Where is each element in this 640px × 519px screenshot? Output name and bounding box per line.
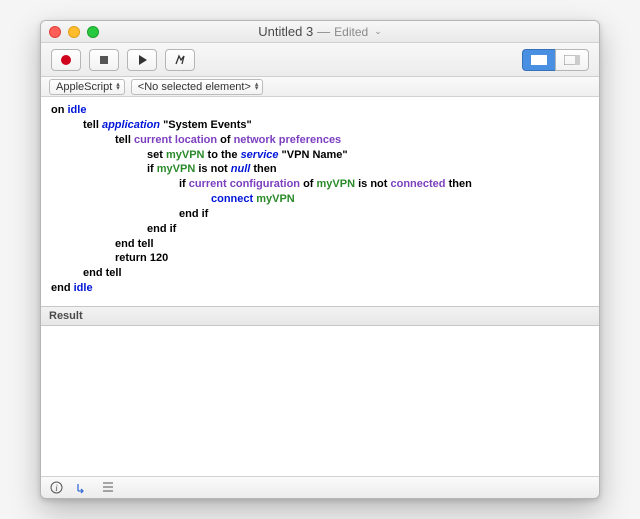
divider: —: [317, 24, 330, 39]
toolbar: [41, 43, 599, 77]
window-title: Untitled 3: [258, 24, 313, 39]
close-window-button[interactable]: [49, 26, 61, 38]
svg-text:i: i: [55, 483, 58, 493]
stop-button[interactable]: [89, 49, 119, 71]
language-label: AppleScript: [56, 81, 112, 93]
chevron-down-icon[interactable]: ⌄: [374, 26, 382, 37]
element-label: <No selected element>: [138, 81, 251, 93]
element-path-popup[interactable]: <No selected element> ▴▾: [131, 79, 264, 95]
window-controls: [49, 26, 99, 38]
accessory-view-tab-icon[interactable]: [101, 480, 115, 494]
description-tab-icon[interactable]: i: [49, 480, 63, 494]
window-title-area[interactable]: Untitled 3 — Edited ⌄: [258, 24, 382, 39]
status-bar: i: [41, 476, 599, 498]
language-popup[interactable]: AppleScript ▴▾: [49, 79, 125, 95]
compile-button[interactable]: [165, 49, 195, 71]
zoom-window-button[interactable]: [87, 26, 99, 38]
minimize-window-button[interactable]: [68, 26, 80, 38]
result-area[interactable]: [41, 326, 599, 476]
updown-caret-icon: ▴▾: [116, 83, 120, 91]
titlebar[interactable]: Untitled 3 — Edited ⌄: [41, 21, 599, 43]
pane-segmented-control: [522, 49, 589, 71]
show-left-pane-button[interactable]: [522, 49, 555, 71]
edited-label: Edited: [334, 25, 368, 39]
run-button[interactable]: [127, 49, 157, 71]
script-editor-window: Untitled 3 — Edited ⌄ A: [40, 20, 600, 499]
show-right-pane-button[interactable]: [555, 49, 589, 71]
event-log-tab-icon[interactable]: [75, 480, 89, 494]
code-editor[interactable]: on idle tell application "System Events"…: [41, 97, 599, 306]
record-button[interactable]: [51, 49, 81, 71]
result-header[interactable]: Result: [41, 306, 599, 326]
updown-caret-icon: ▴▾: [255, 83, 259, 91]
navigation-bar: AppleScript ▴▾ <No selected element> ▴▾: [41, 77, 599, 97]
